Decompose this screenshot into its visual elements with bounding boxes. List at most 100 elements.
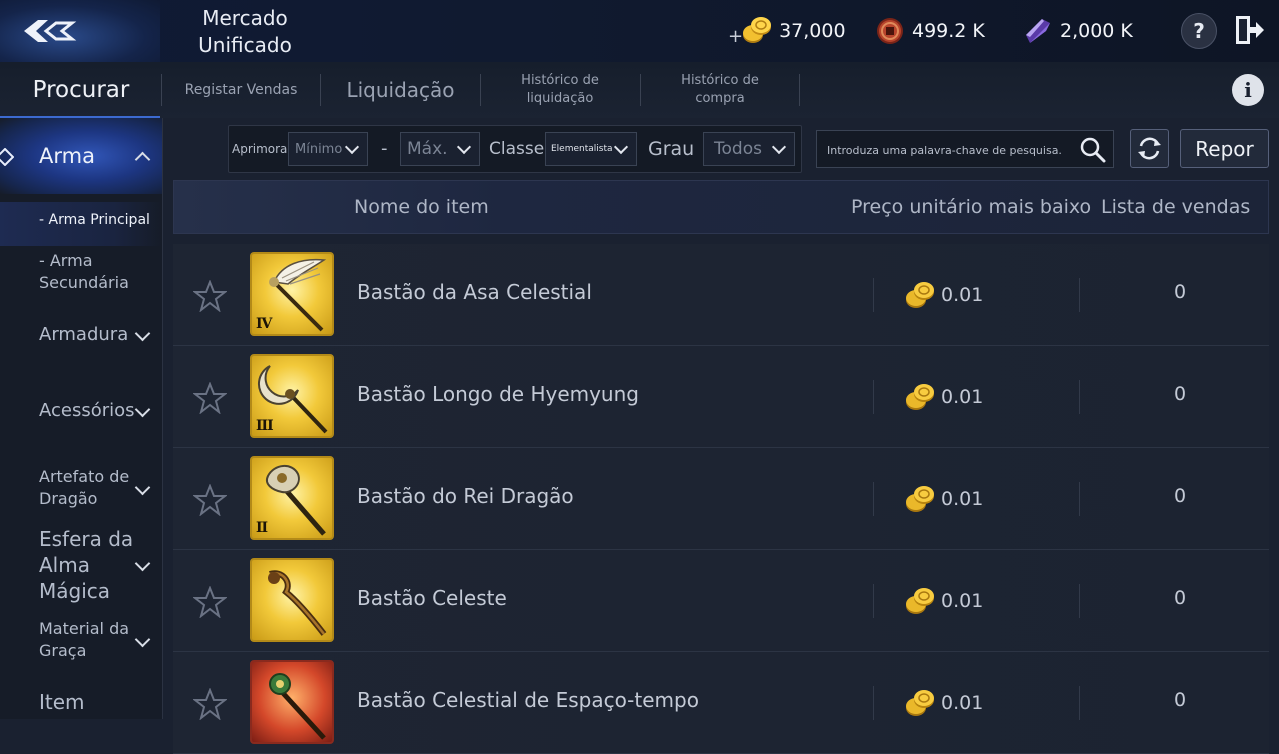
grade-label: Grau <box>648 138 695 160</box>
tab-divider <box>480 74 481 106</box>
item-grade-numeral: IV <box>256 316 272 332</box>
item-name: Bastão do Rei Dragão <box>357 484 574 508</box>
exit-button[interactable] <box>1232 13 1266 47</box>
listing-count: 0 <box>1173 485 1187 507</box>
sidebar-item-grace-material[interactable]: Material da Graça <box>0 616 162 666</box>
enhance-max-dropdown[interactable]: Máx. <box>400 132 480 166</box>
class-value: Elementalista <box>551 144 613 154</box>
gold-coin-icon <box>906 384 934 410</box>
column-header-lowest-price[interactable]: Preço unitário mais baixo <box>851 196 1091 218</box>
selected-diamond-icon <box>0 148 14 166</box>
column-header-listings[interactable]: Lista de vendas <box>1101 196 1250 218</box>
lowest-price: 0.01 <box>903 585 983 617</box>
refresh-icon <box>1138 137 1161 160</box>
grade-value: Todos <box>714 139 762 159</box>
price-value: 0.01 <box>941 590 984 612</box>
spacetime-staff-icon <box>269 673 326 740</box>
chevron-down-icon <box>771 139 787 155</box>
column-divider <box>873 380 874 414</box>
sidebar-item-main-weapon[interactable]: - Arma Principal <box>0 202 162 246</box>
chevron-down-icon <box>344 139 360 155</box>
help-button[interactable]: ? <box>1181 13 1217 49</box>
back-logo-icon <box>24 20 77 42</box>
price-value: 0.01 <box>941 692 984 714</box>
crystal-currency: 2,000 K <box>1022 14 1133 48</box>
sidebar-item-item[interactable]: Item <box>0 688 162 720</box>
page-title: Mercado Unificado <box>180 5 310 59</box>
top-bar: Mercado Unificado + 37,000 499.2 K 2,000… <box>0 0 1279 62</box>
column-divider <box>1079 380 1080 414</box>
category-sidebar: Arma - Arma Principal - Arma Secundária … <box>0 118 163 719</box>
favorite-star-icon[interactable] <box>193 586 227 618</box>
listing-count: 0 <box>1173 281 1187 303</box>
class-dropdown[interactable]: Elementalista <box>545 132 637 166</box>
lowest-price: 0.01 <box>903 483 983 515</box>
gold-amount: 37,000 <box>779 20 846 42</box>
tab-register-sales[interactable]: Registar Vendas <box>162 62 320 118</box>
enhance-max-value: Máx. <box>407 139 448 159</box>
main-tabs: Procurar Registar Vendas Liquidação Hist… <box>0 62 1279 119</box>
favorite-star-icon[interactable] <box>193 484 227 516</box>
sidebar-item-weapon[interactable]: Arma <box>0 118 162 194</box>
favorite-star-icon[interactable] <box>193 382 227 414</box>
favorite-star-icon[interactable] <box>193 280 227 312</box>
sidebar-item-label: - Arma Principal <box>39 212 150 228</box>
chevron-up-icon <box>134 151 151 168</box>
red-coin-currency: 499.2 K <box>874 14 985 48</box>
reset-button[interactable]: Repor <box>1180 129 1269 168</box>
search-input[interactable] <box>825 139 1074 161</box>
item-thumbnail: IV <box>250 252 334 336</box>
table-row[interactable]: Bastão Celeste 0.01 0 <box>173 550 1269 652</box>
listing-count: 0 <box>1173 587 1187 609</box>
column-divider <box>873 686 874 720</box>
lowest-price: 0.01 <box>903 381 983 413</box>
gold-currency[interactable]: + 37,000 <box>728 14 846 48</box>
info-button[interactable]: i <box>1232 74 1264 106</box>
listing-count: 0 <box>1173 383 1187 405</box>
gold-coin-icon <box>906 282 934 308</box>
item-name: Bastão Celestial de Espaço-tempo <box>357 688 699 712</box>
sidebar-item-label: Artefato de Dragão <box>39 467 130 508</box>
favorite-star-icon[interactable] <box>193 688 227 720</box>
page-title-line2: Unificado <box>198 33 292 57</box>
sidebar-item-dragon-artifact[interactable]: Artefato de Dragão <box>0 464 162 514</box>
gold-coin-icon <box>906 588 934 614</box>
listing-count: 0 <box>1173 689 1187 711</box>
enhance-min-dropdown[interactable]: Mínimo <box>288 132 368 166</box>
table-row[interactable]: II Bastão do Rei Dragão 0.01 0 <box>173 448 1269 550</box>
tab-purchase-history[interactable]: Histórico de compra <box>660 62 780 118</box>
chevron-down-icon <box>456 139 472 155</box>
tab-settlement[interactable]: Liquidação <box>321 62 480 118</box>
refresh-button[interactable] <box>1130 129 1169 168</box>
table-row[interactable]: III Bastão Longo de Hyemyung 0.01 0 <box>173 346 1269 448</box>
table-row[interactable]: IV Bastão da Asa Celestial 0.01 0 <box>173 244 1269 346</box>
lowest-price: 0.01 <box>903 687 983 719</box>
sidebar-item-label: Item <box>39 690 85 714</box>
item-name: Bastão Longo de Hyemyung <box>357 382 639 406</box>
search-icon[interactable] <box>1079 136 1107 164</box>
tab-settlement-history[interactable]: Histórico de liquidação <box>500 62 620 118</box>
sidebar-item-armor[interactable]: Armadura <box>0 314 162 358</box>
gold-coin-icon <box>906 690 934 716</box>
tab-search[interactable]: Procurar <box>0 62 162 118</box>
back-button[interactable] <box>0 0 160 62</box>
sidebar-item-label: - Arma Secundária <box>39 251 129 292</box>
sidebar-item-label: Arma <box>39 144 95 168</box>
sidebar-item-label: Armadura <box>39 324 129 345</box>
price-value: 0.01 <box>941 386 984 408</box>
grade-dropdown[interactable]: Todos <box>703 132 795 166</box>
column-divider <box>1079 278 1080 312</box>
table-row[interactable]: Bastão Celestial de Espaço-tempo 0.01 0 <box>173 652 1269 754</box>
search-field[interactable] <box>816 130 1114 168</box>
sidebar-item-magic-soul-orb[interactable]: Esfera da Alma Mágica <box>0 524 162 606</box>
enhance-label: Aprimorar <box>232 142 293 156</box>
celestial-staff-icon <box>268 570 327 636</box>
item-thumbnail <box>250 660 334 744</box>
chevron-down-icon <box>134 479 151 496</box>
sidebar-item-accessories[interactable]: Acessórios <box>0 390 162 434</box>
filter-bar: Aprimorar Mínimo - Máx. Classe Elemental… <box>228 125 802 173</box>
column-divider <box>873 584 874 618</box>
sidebar-item-secondary-weapon[interactable]: - Arma Secundária <box>0 248 162 298</box>
column-header-item-name[interactable]: Nome do item <box>354 196 489 218</box>
chevron-down-icon <box>134 325 151 342</box>
